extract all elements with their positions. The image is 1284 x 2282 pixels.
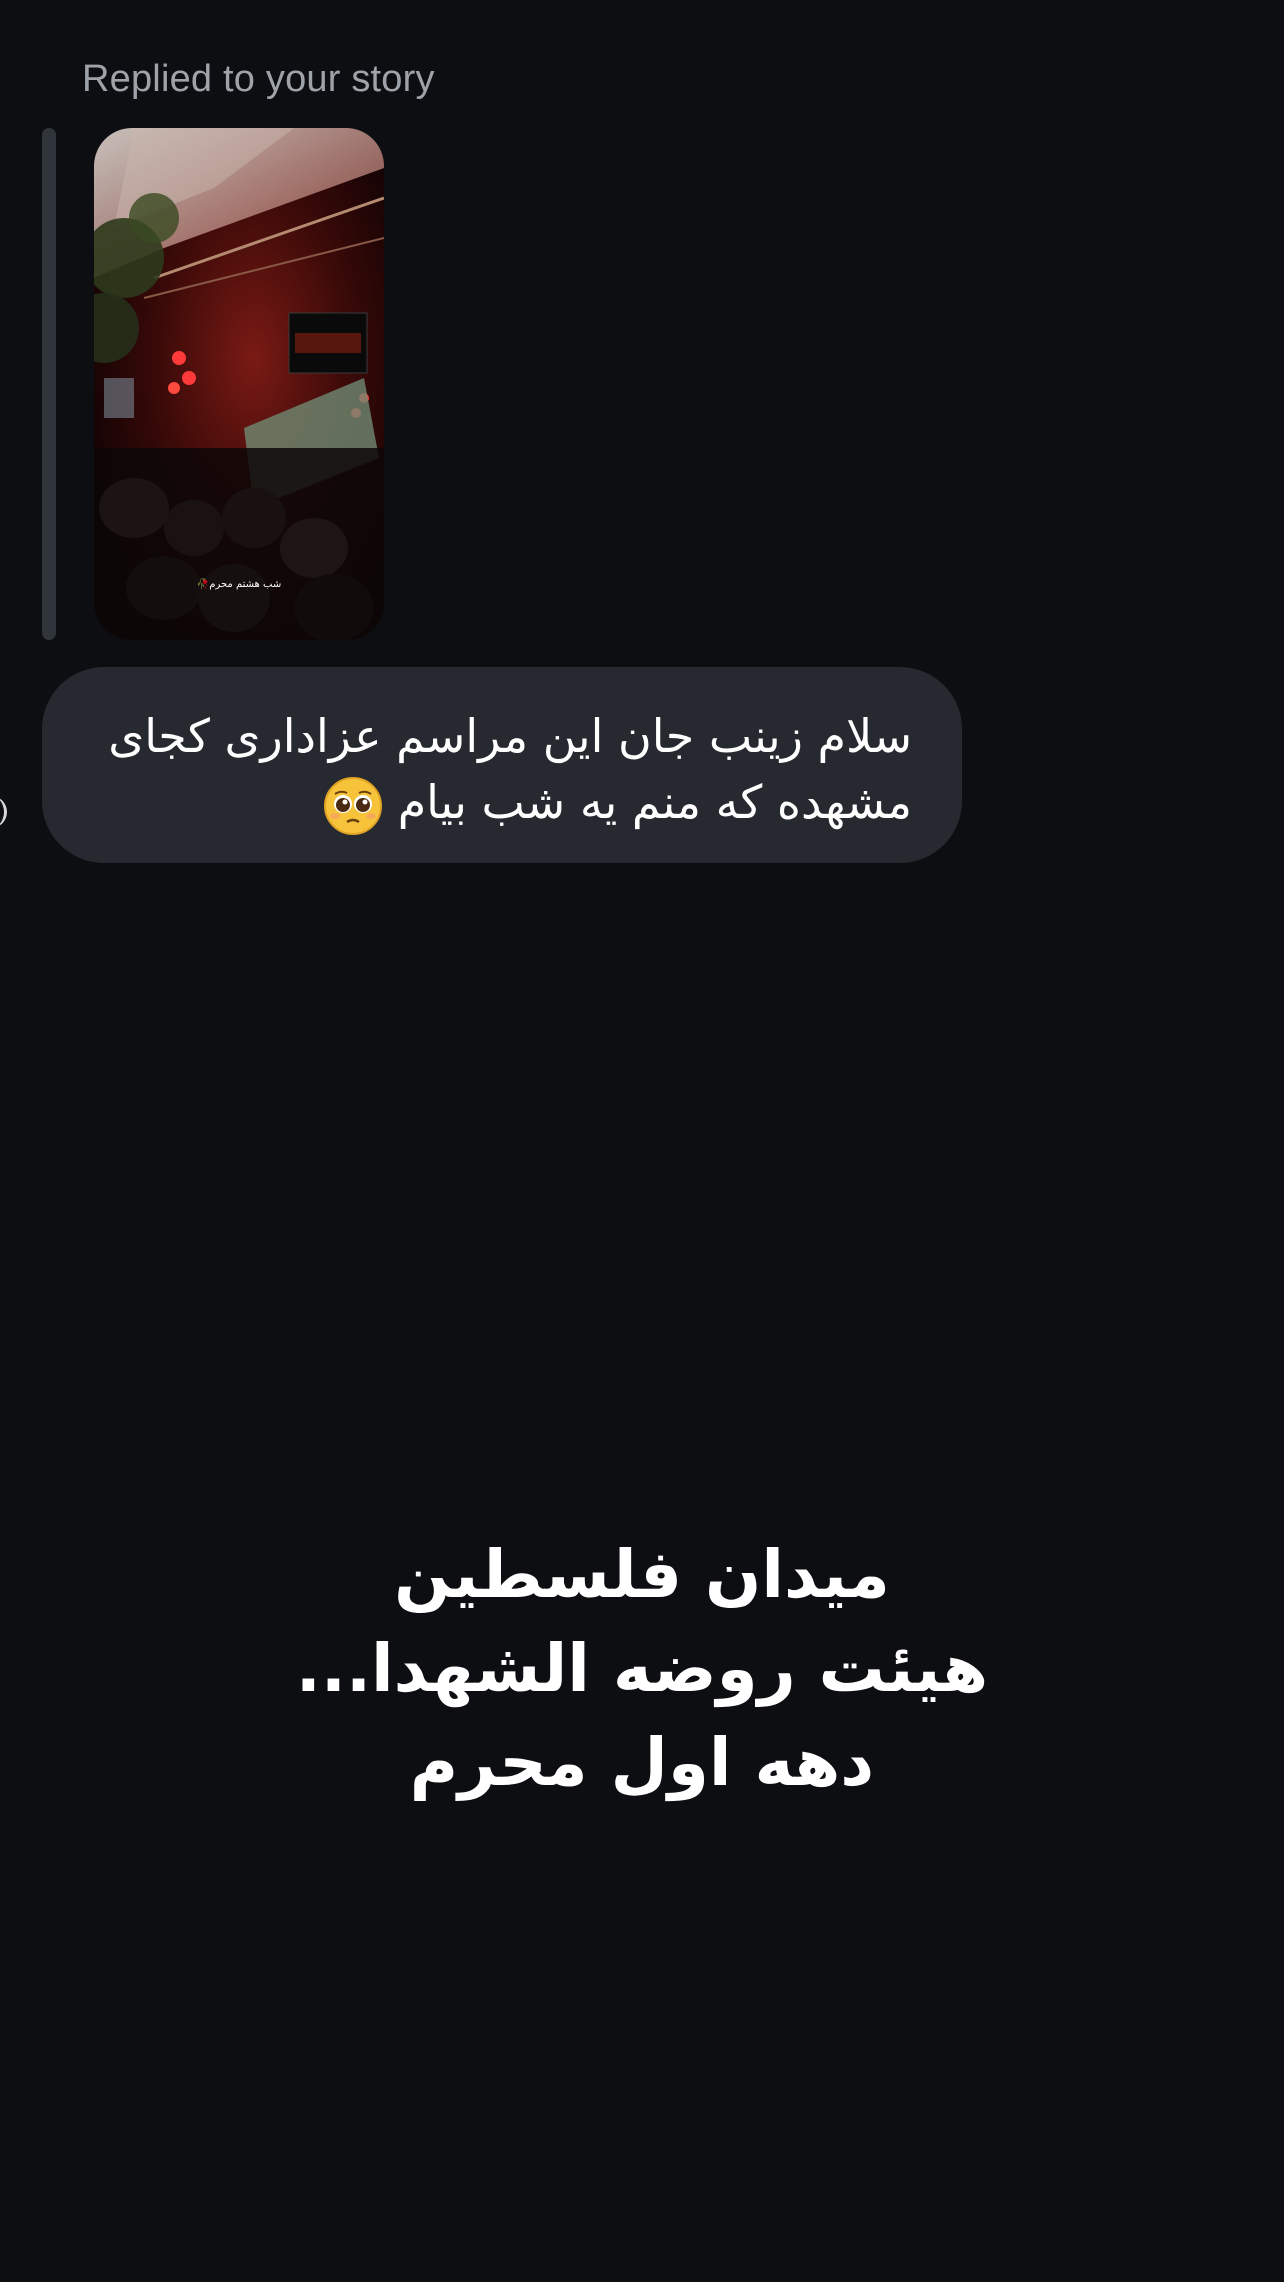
story-overlay-caption: شب هشتم محرم🥀 (196, 579, 282, 590)
replied-to-story-label: Replied to your story (82, 58, 435, 100)
story-thumbnail[interactable]: شب هشتم محرم🥀 (94, 128, 384, 640)
story-text-line-3: دهه اول محرم (409, 1724, 875, 1801)
partial-avatar-edge (0, 796, 7, 828)
story-text-line-2: هیئت روضه الشهدا... (295, 1630, 989, 1707)
message-line-2-text: مشهده که منم یه شب بیام (397, 775, 912, 829)
message-text: سلام زینب جان این مراسم عزاداری کجای مشه… (82, 703, 912, 836)
message-line-1: سلام زینب جان این مراسم عزاداری کجای (108, 709, 912, 763)
pleading-face-icon (324, 776, 383, 835)
story-thumbnail-image (94, 128, 384, 640)
message-line-2: مشهده که منم یه شب بیام (82, 769, 912, 836)
story-text-overlay: میدان فلسطین هیئت روضه الشهدا... دهه اول… (0, 1528, 1284, 1810)
story-text-line-1: میدان فلسطین (394, 1536, 890, 1613)
message-bubble[interactable]: سلام زینب جان این مراسم عزاداری کجای مشه… (42, 667, 962, 863)
reply-indicator-bar (42, 128, 56, 640)
